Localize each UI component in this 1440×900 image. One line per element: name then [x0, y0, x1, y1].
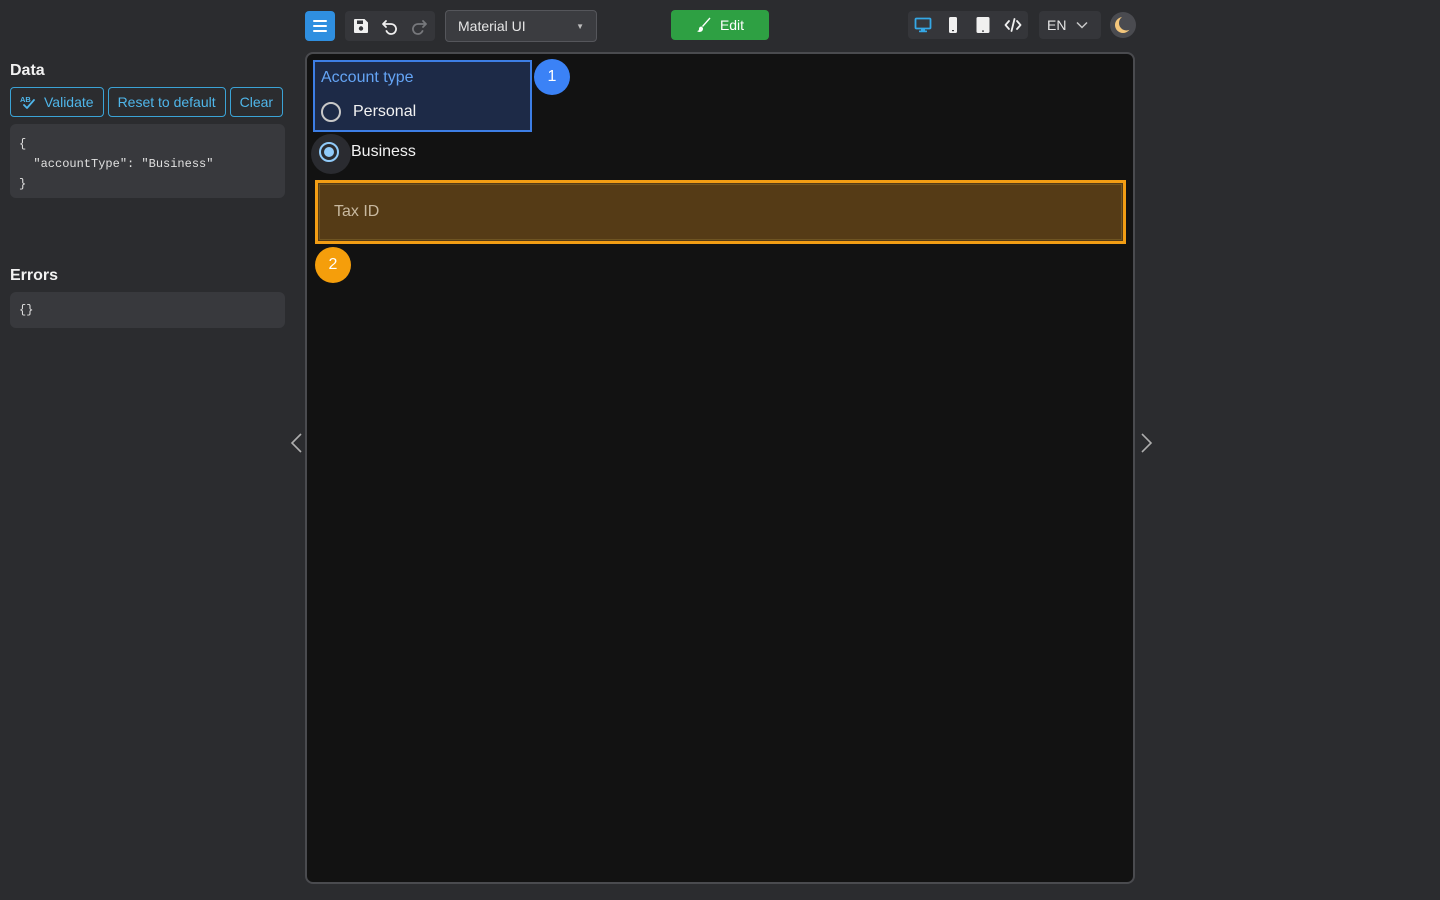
menu-button[interactable] [305, 11, 335, 41]
clear-label: Clear [239, 94, 274, 110]
collapse-right-arrow-icon[interactable] [1138, 432, 1154, 454]
hamburger-menu-icon [313, 20, 327, 32]
top-toolbar: Material UI ▼ Edit EN [305, 8, 1136, 44]
desktop-view-button[interactable] [910, 13, 936, 37]
tablet-view-button[interactable] [970, 13, 996, 37]
account-type-group-highlight: Account type Personal [313, 60, 532, 132]
radio-label-personal: Personal [353, 103, 417, 120]
save-button[interactable] [349, 14, 373, 38]
svg-text:AB: AB [20, 95, 31, 104]
language-select[interactable]: EN [1039, 11, 1101, 39]
dark-mode-toggle[interactable] [1110, 12, 1136, 38]
errors-section-title: Errors [10, 267, 59, 284]
redo-icon [411, 20, 427, 35]
mobile-icon [949, 17, 957, 33]
chevron-down-icon [1076, 21, 1088, 29]
device-view-group [908, 11, 1028, 39]
desktop-icon [914, 17, 932, 33]
radio-unchecked-icon[interactable] [321, 102, 341, 122]
annotation-badge-1: 1 [534, 59, 570, 95]
data-section-title: Data [10, 62, 45, 79]
validate-button[interactable]: AB Validate [10, 87, 104, 117]
tablet-icon [976, 17, 990, 33]
tax-id-field-highlight[interactable]: Tax ID [315, 180, 1126, 244]
account-type-label: Account type [321, 69, 414, 86]
validate-label: Validate [44, 94, 94, 110]
data-actions: AB Validate Reset to default Clear [10, 87, 284, 117]
moon-icon [1115, 15, 1133, 33]
language-value: EN [1047, 17, 1067, 33]
code-view-button[interactable] [1000, 13, 1026, 37]
history-tool-group [345, 11, 435, 41]
reset-label: Reset to default [117, 94, 216, 110]
undo-button[interactable] [378, 14, 402, 38]
chevron-down-icon: ▼ [576, 21, 584, 31]
radio-focus-halo [311, 134, 351, 174]
theme-select[interactable]: Material UI ▼ [445, 10, 597, 42]
mobile-view-button[interactable] [940, 13, 966, 37]
spellcheck-icon: AB [20, 95, 35, 109]
undo-icon [382, 20, 397, 35]
errors-json-view: {} [10, 292, 285, 328]
radio-option-business[interactable]: Business [311, 134, 416, 174]
annotation-badge-2: 2 [315, 247, 351, 283]
collapse-left-arrow-icon[interactable] [289, 432, 305, 454]
radio-label-business: Business [351, 143, 416, 160]
radio-option-personal[interactable]: Personal [321, 102, 416, 122]
edit-button-label: Edit [719, 17, 745, 33]
reset-button[interactable]: Reset to default [107, 87, 226, 117]
clear-button[interactable]: Clear [229, 87, 284, 117]
theme-select-value: Material UI [458, 18, 526, 34]
form-preview: Account type Personal 1 Business Tax ID … [305, 52, 1135, 884]
edit-button[interactable]: Edit [671, 10, 769, 40]
tax-id-input[interactable]: Tax ID [319, 184, 1122, 240]
redo-button[interactable] [407, 14, 431, 38]
paintbrush-icon [696, 17, 711, 32]
tax-id-label: Tax ID [334, 203, 380, 220]
code-icon [1004, 18, 1022, 32]
data-json-editor[interactable]: { "accountType": "Business" } [10, 124, 285, 198]
radio-checked-icon[interactable] [311, 134, 351, 174]
save-icon [354, 19, 369, 33]
